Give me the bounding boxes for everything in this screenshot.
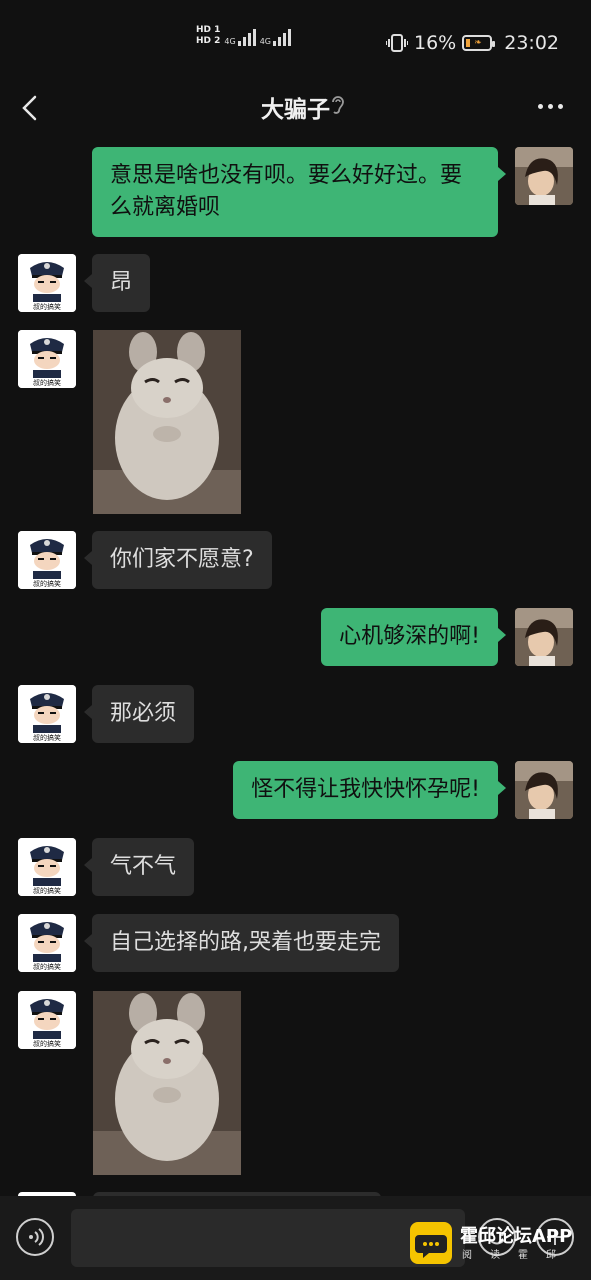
avatar-caption: 叔的搞笑: [33, 579, 61, 588]
voice-input-button[interactable]: [16, 1218, 54, 1256]
police-cartoon-avatar-icon: 叔的搞笑: [18, 991, 76, 1049]
received-bubble[interactable]: 气不气: [83, 838, 195, 896]
status-right: 16% ❧ 23:02: [386, 32, 559, 54]
network1-label: 4G: [224, 37, 236, 46]
girl-avatar-icon: [515, 761, 573, 819]
signal-2: 4G: [260, 26, 291, 46]
clock: 23:02: [504, 32, 559, 54]
police-cartoon-avatar-icon: 叔的搞笑: [18, 838, 76, 896]
chinchilla-image-icon: [93, 330, 241, 514]
watermark-subtitle: 阅读霍邱: [462, 1250, 574, 1261]
sim2-label: HD 2: [196, 36, 221, 46]
my-avatar[interactable]: [515, 608, 573, 666]
contact-name[interactable]: 大骗子: [261, 97, 330, 123]
received-bubble[interactable]: 昂: [83, 254, 151, 312]
vibrate-icon: [386, 34, 408, 52]
watermark-logo-icon: [410, 1222, 452, 1264]
my-avatar[interactable]: [515, 761, 573, 819]
chat-header: 大骗子: [0, 86, 591, 132]
contact-avatar[interactable]: 叔的搞笑: [18, 330, 76, 388]
contact-avatar[interactable]: 叔的搞笑: [18, 991, 76, 1049]
contact-avatar[interactable]: 叔的搞笑: [18, 531, 76, 589]
contact-avatar[interactable]: 叔的搞笑: [18, 914, 76, 972]
received-bubble[interactable]: 你们家不愿意?: [84, 531, 272, 589]
police-cartoon-avatar-icon: 叔的搞笑: [18, 330, 76, 388]
avatar-caption: 叔的搞笑: [33, 1039, 61, 1048]
sent-bubble[interactable]: 心机够深的啊!: [321, 608, 506, 666]
sim1-label: HD 1: [196, 25, 221, 35]
girl-avatar-icon: [515, 147, 573, 205]
avatar-caption: 叔的搞笑: [33, 733, 61, 742]
title-wrap: 大骗子: [0, 90, 591, 124]
contact-avatar[interactable]: 叔的搞笑: [18, 685, 76, 743]
battery-icon: ❧: [462, 35, 496, 51]
more-options-icon[interactable]: [538, 104, 563, 109]
police-cartoon-avatar-icon: 叔的搞笑: [18, 685, 76, 743]
voice-icon: [29, 1228, 44, 1246]
police-cartoon-avatar-icon: 叔的搞笑: [18, 531, 76, 589]
message-list[interactable]: 意思是啥也没有呗。要么好好过。要么就离婚呗 叔的搞笑 昂 叔的搞笑 叔的搞笑 你…: [0, 140, 591, 1196]
received-bubble[interactable]: 自己选择的路,哭着也要走完: [84, 914, 399, 972]
watermark-title: 霍邱论坛APP: [460, 1226, 573, 1247]
hd-badge: HD 1 HD 2: [196, 26, 220, 46]
received-bubble[interactable]: 那必须: [83, 685, 195, 743]
battery-percent: 16%: [414, 32, 457, 54]
avatar-caption: 叔的搞笑: [33, 378, 61, 387]
chinchilla-sticker[interactable]: [93, 330, 241, 514]
chinchilla-sticker[interactable]: [93, 991, 241, 1175]
sent-bubble[interactable]: 怪不得让我快快怀孕呢!: [233, 761, 506, 819]
police-cartoon-avatar-icon: 叔的搞笑: [18, 254, 76, 312]
status-bar: HD 1 HD 2 4G 4G 16% ❧ 23:02: [0, 0, 591, 86]
watermark: 霍邱论坛APP 阅读霍邱: [410, 1222, 580, 1272]
contact-avatar[interactable]: 叔的搞笑: [18, 838, 76, 896]
chinchilla-image-icon: [93, 991, 241, 1175]
earpiece-mode-icon: [332, 96, 344, 114]
avatar-caption: 叔的搞笑: [33, 302, 61, 311]
contact-avatar[interactable]: 叔的搞笑: [18, 254, 76, 312]
network-indicators: HD 1 HD 2 4G 4G: [196, 26, 291, 46]
message-input[interactable]: [71, 1209, 465, 1267]
avatar-caption: 叔的搞笑: [33, 886, 61, 895]
signal-bars-icon: [273, 26, 291, 46]
girl-avatar-icon: [515, 608, 573, 666]
network2-label: 4G: [259, 37, 271, 46]
avatar-caption: 叔的搞笑: [33, 962, 61, 971]
police-cartoon-avatar-icon: 叔的搞笑: [18, 914, 76, 972]
signal-bars-icon: [237, 26, 256, 46]
signal-1: 4G: [224, 26, 256, 46]
sent-bubble[interactable]: 意思是啥也没有呗。要么好好过。要么就离婚呗: [92, 147, 506, 237]
my-avatar[interactable]: [515, 147, 573, 205]
